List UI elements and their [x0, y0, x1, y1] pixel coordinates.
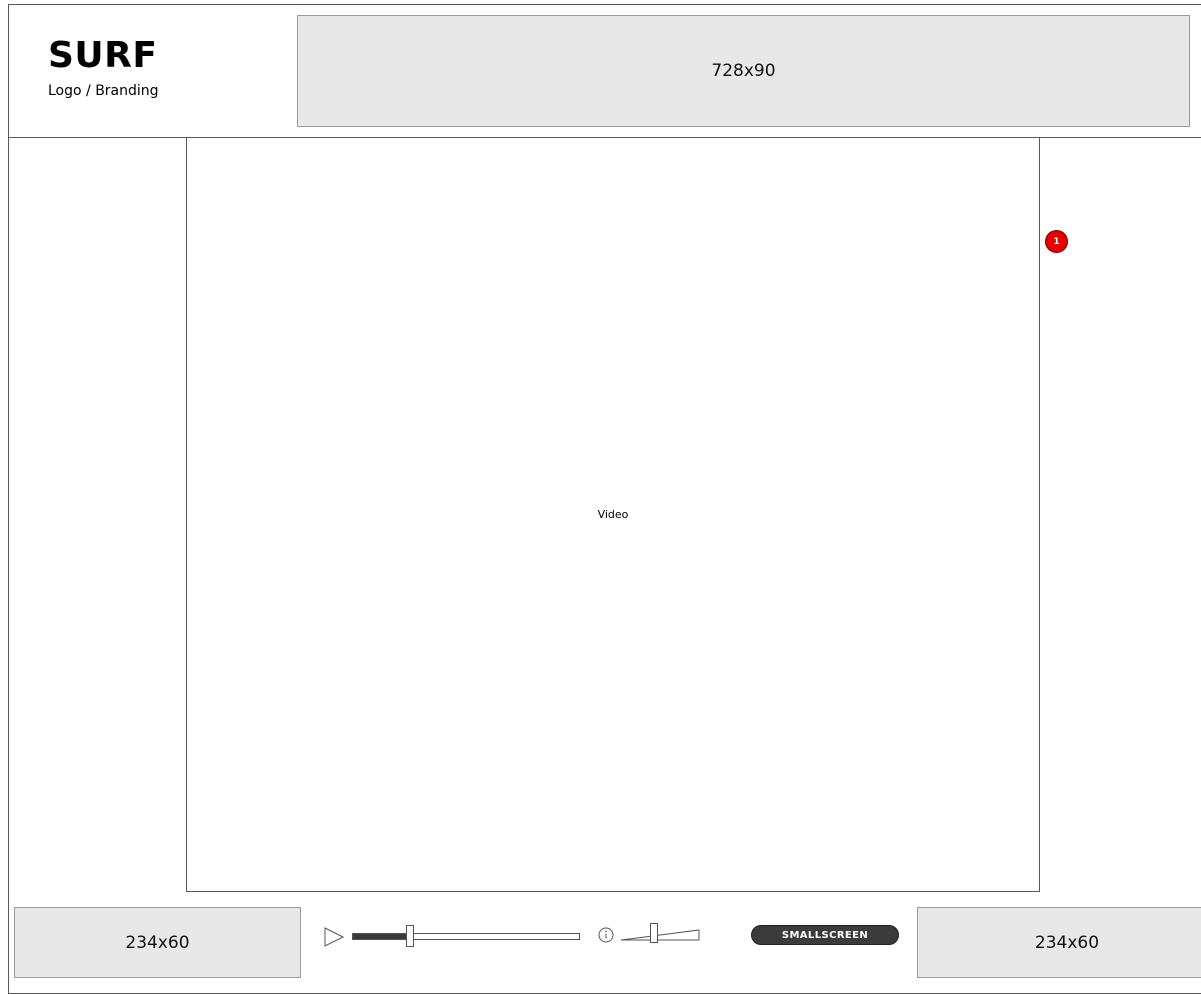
video-player[interactable]: Video	[186, 137, 1040, 892]
volume-icon[interactable]	[620, 926, 700, 942]
logo[interactable]: SURF	[48, 36, 157, 76]
seek-bar[interactable]	[352, 933, 580, 940]
banner-ad-label: 728x90	[711, 61, 776, 81]
volume-handle[interactable]	[650, 923, 658, 943]
annotation-badge: 1	[1045, 230, 1068, 253]
right-ad-label: 234x60	[1034, 932, 1100, 953]
video-label: Video	[597, 508, 629, 521]
seek-progress-fill	[353, 934, 409, 939]
right-ad[interactable]: 234x60	[917, 907, 1201, 978]
smallscreen-button[interactable]: SMALLSCREEN	[751, 925, 899, 945]
play-icon[interactable]	[323, 926, 345, 948]
left-ad-label: 234x60	[125, 932, 190, 953]
logo-subtitle: Logo / Branding	[48, 83, 159, 99]
banner-ad[interactable]: 728x90	[297, 15, 1190, 127]
info-icon[interactable]	[598, 927, 614, 943]
left-ad[interactable]: 234x60	[14, 907, 301, 978]
seek-handle[interactable]	[406, 925, 414, 947]
